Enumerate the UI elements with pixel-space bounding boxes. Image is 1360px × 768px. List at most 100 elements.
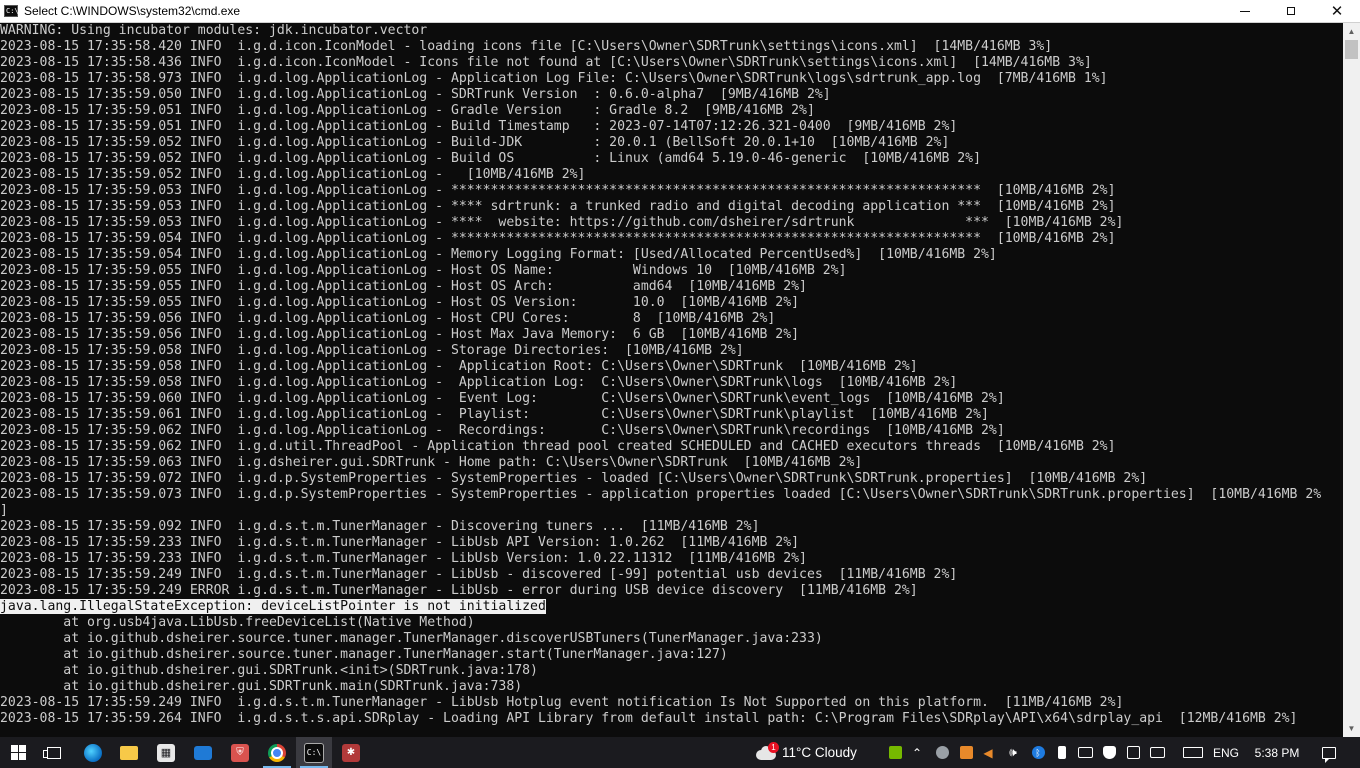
console-line-text: 2023-08-15 17:35:59.050 INFO i.g.d.log.A… (0, 87, 831, 102)
minimize-icon (1240, 10, 1250, 12)
notification-center-button[interactable] (1314, 737, 1344, 768)
console-line-text: 2023-08-15 17:35:59.052 INFO i.g.d.log.A… (0, 135, 950, 150)
clock-time: 5:38 PM (1254, 745, 1300, 760)
volume-icon: 🕪 (1009, 745, 1017, 759)
start-button[interactable] (0, 737, 36, 768)
taskbar-cmd[interactable]: C:\ (296, 737, 332, 768)
console-line-text: 2023-08-15 17:35:58.420 INFO i.g.d.icon.… (0, 39, 1053, 54)
console-line: at io.github.dsheirer.gui.SDRTrunk.<init… (0, 663, 1343, 679)
minimize-button[interactable] (1222, 0, 1268, 22)
console-line-text: 2023-08-15 17:35:59.061 INFO i.g.d.log.A… (0, 407, 989, 422)
vertical-scrollbar[interactable]: ▲ ▼ (1343, 23, 1360, 737)
taskbar: ▦ ⛨ C:\ ✱ 1 11°C Cloudy ⌃ ◀ 🕪 ᛒ ENG 5:38… (0, 737, 1360, 768)
console-line: 2023-08-15 17:35:59.056 INFO i.g.d.log.A… (0, 327, 1343, 343)
console-line-text: 2023-08-15 17:35:59.055 INFO i.g.d.log.A… (0, 295, 800, 310)
mail-icon (194, 745, 212, 760)
maximize-button[interactable] (1268, 0, 1314, 22)
console-line: 2023-08-15 17:35:59.058 INFO i.g.d.log.A… (0, 359, 1343, 375)
window-title-bar[interactable]: C:\ Select C:\WINDOWS\system32\cmd.exe ✕ (0, 0, 1360, 23)
windows-logo-icon (10, 745, 26, 760)
tray-app-orange[interactable] (957, 737, 975, 768)
console-line: 2023-08-15 17:35:59.053 INFO i.g.d.log.A… (0, 199, 1343, 215)
console-line-text: at org.usb4java.LibUsb.freeDeviceList(Na… (0, 615, 475, 630)
tray-keyboard[interactable] (1180, 737, 1206, 768)
console-line: 2023-08-15 17:35:59.249 ERROR i.g.d.s.t.… (0, 583, 1343, 599)
tray-chevron[interactable]: ⌃ (908, 737, 926, 768)
console-line-text: 2023-08-15 17:35:59.062 INFO i.g.d.util.… (0, 439, 1116, 454)
console-line-text: 2023-08-15 17:35:59.073 INFO i.g.d.p.Sys… (0, 487, 1322, 502)
tray-tool[interactable] (933, 737, 951, 768)
console-line: 2023-08-15 17:35:59.061 INFO i.g.d.log.A… (0, 407, 1343, 423)
console-line: at io.github.dsheirer.source.tuner.manag… (0, 647, 1343, 663)
language-label: ENG (1212, 745, 1239, 760)
console-line-text: 2023-08-15 17:35:59.051 INFO i.g.d.log.A… (0, 103, 815, 118)
taskbar-store[interactable]: ▦ (148, 737, 184, 768)
console-line-text: 2023-08-15 17:35:59.063 INFO i.g.dsheire… (0, 455, 863, 470)
taskbar-mail[interactable] (185, 737, 221, 768)
tray-bluetooth[interactable]: ᛒ (1029, 737, 1047, 768)
maximize-icon (1287, 7, 1295, 15)
console-line: 2023-08-15 17:35:59.055 INFO i.g.d.log.A… (0, 263, 1343, 279)
tray-speaker-mute[interactable]: ◀ (979, 737, 997, 768)
defender-shield-icon (1102, 746, 1116, 759)
console-line-text: at io.github.dsheirer.source.tuner.manag… (0, 631, 823, 646)
checkbox-icon (1126, 746, 1140, 759)
console-line-text: 2023-08-15 17:35:58.436 INFO i.g.d.icon.… (0, 55, 1092, 70)
tray-display[interactable] (1148, 737, 1166, 768)
tray-network[interactable] (1076, 737, 1094, 768)
scrollbar-thumb[interactable] (1345, 40, 1358, 59)
console-line-text: WARNING: Using incubator modules: jdk.in… (0, 23, 428, 38)
console-line-text: 2023-08-15 17:35:59.055 INFO i.g.d.log.A… (0, 263, 847, 278)
console-line-text: 2023-08-15 17:35:59.055 INFO i.g.d.log.A… (0, 279, 807, 294)
console-line: 2023-08-15 17:35:59.062 INFO i.g.d.util.… (0, 439, 1343, 455)
cmd-app-icon: C:\ (4, 5, 19, 17)
console-line: ] (0, 503, 1343, 519)
console-line: 2023-08-15 17:35:59.053 INFO i.g.d.log.A… (0, 215, 1343, 231)
taskbar-sdrtrunk[interactable]: ✱ (333, 737, 369, 768)
console-line: 2023-08-15 17:35:59.073 INFO i.g.d.p.Sys… (0, 487, 1343, 503)
console-line: at io.github.dsheirer.source.tuner.manag… (0, 631, 1343, 647)
store-icon: ▦ (157, 743, 175, 762)
keyboard-icon (1183, 747, 1203, 758)
language-indicator[interactable]: ENG (1210, 737, 1242, 768)
console-line: 2023-08-15 17:35:59.233 INFO i.g.d.s.t.m… (0, 551, 1343, 567)
clock[interactable]: 5:38 PM (1248, 737, 1306, 768)
taskbar-security[interactable]: ⛨ (222, 737, 258, 768)
display-icon (1149, 747, 1165, 758)
console-line-text: 2023-08-15 17:35:59.249 INFO i.g.d.s.t.m… (0, 567, 958, 582)
scroll-up-icon[interactable]: ▲ (1343, 23, 1360, 40)
taskbar-chrome[interactable] (259, 737, 295, 768)
tray-volume[interactable]: 🕪 (1004, 737, 1022, 768)
console-line: 2023-08-15 17:35:59.249 INFO i.g.d.s.t.m… (0, 695, 1343, 711)
console-line-text: 2023-08-15 17:35:59.056 INFO i.g.d.log.A… (0, 327, 800, 342)
task-view-icon (43, 746, 61, 759)
console-line-text: 2023-08-15 17:35:59.052 INFO i.g.d.log.A… (0, 167, 586, 182)
tray-usb[interactable] (1053, 737, 1071, 768)
console-line: 2023-08-15 17:35:59.058 INFO i.g.d.log.A… (0, 375, 1343, 391)
scroll-down-icon[interactable]: ▼ (1343, 720, 1360, 737)
console-line: 2023-08-15 17:35:59.063 INFO i.g.dsheire… (0, 455, 1343, 471)
tray-nvidia[interactable] (886, 737, 904, 768)
tray-checkbox[interactable] (1124, 737, 1142, 768)
nvidia-icon (888, 746, 902, 759)
console-output[interactable]: WARNING: Using incubator modules: jdk.in… (0, 23, 1343, 737)
console-line: 2023-08-15 17:35:58.973 INFO i.g.d.log.A… (0, 71, 1343, 87)
bluetooth-icon: ᛒ (1031, 746, 1045, 759)
console-line-text: 2023-08-15 17:35:59.058 INFO i.g.d.log.A… (0, 375, 958, 390)
console-line-text: 2023-08-15 17:35:59.053 INFO i.g.d.log.A… (0, 199, 1116, 214)
network-icon (1077, 747, 1093, 758)
chevron-up-icon: ⌃ (911, 745, 923, 760)
tool-icon (935, 746, 949, 759)
task-view-button[interactable] (38, 737, 70, 768)
console-line: 2023-08-15 17:35:59.052 INFO i.g.d.log.A… (0, 135, 1343, 151)
cloud-icon: 1 (754, 741, 779, 760)
taskbar-file-explorer[interactable] (111, 737, 147, 768)
console-line: 2023-08-15 17:35:59.051 INFO i.g.d.log.A… (0, 103, 1343, 119)
close-button[interactable]: ✕ (1314, 0, 1360, 22)
console-line-text: at io.github.dsheirer.source.tuner.manag… (0, 647, 728, 662)
tray-defender[interactable] (1100, 737, 1118, 768)
weather-badge: 1 (768, 741, 779, 753)
console-line-text: 2023-08-15 17:35:58.973 INFO i.g.d.log.A… (0, 71, 1108, 86)
taskbar-edge[interactable] (75, 737, 111, 768)
weather-widget[interactable]: 1 11°C Cloudy (754, 737, 874, 768)
